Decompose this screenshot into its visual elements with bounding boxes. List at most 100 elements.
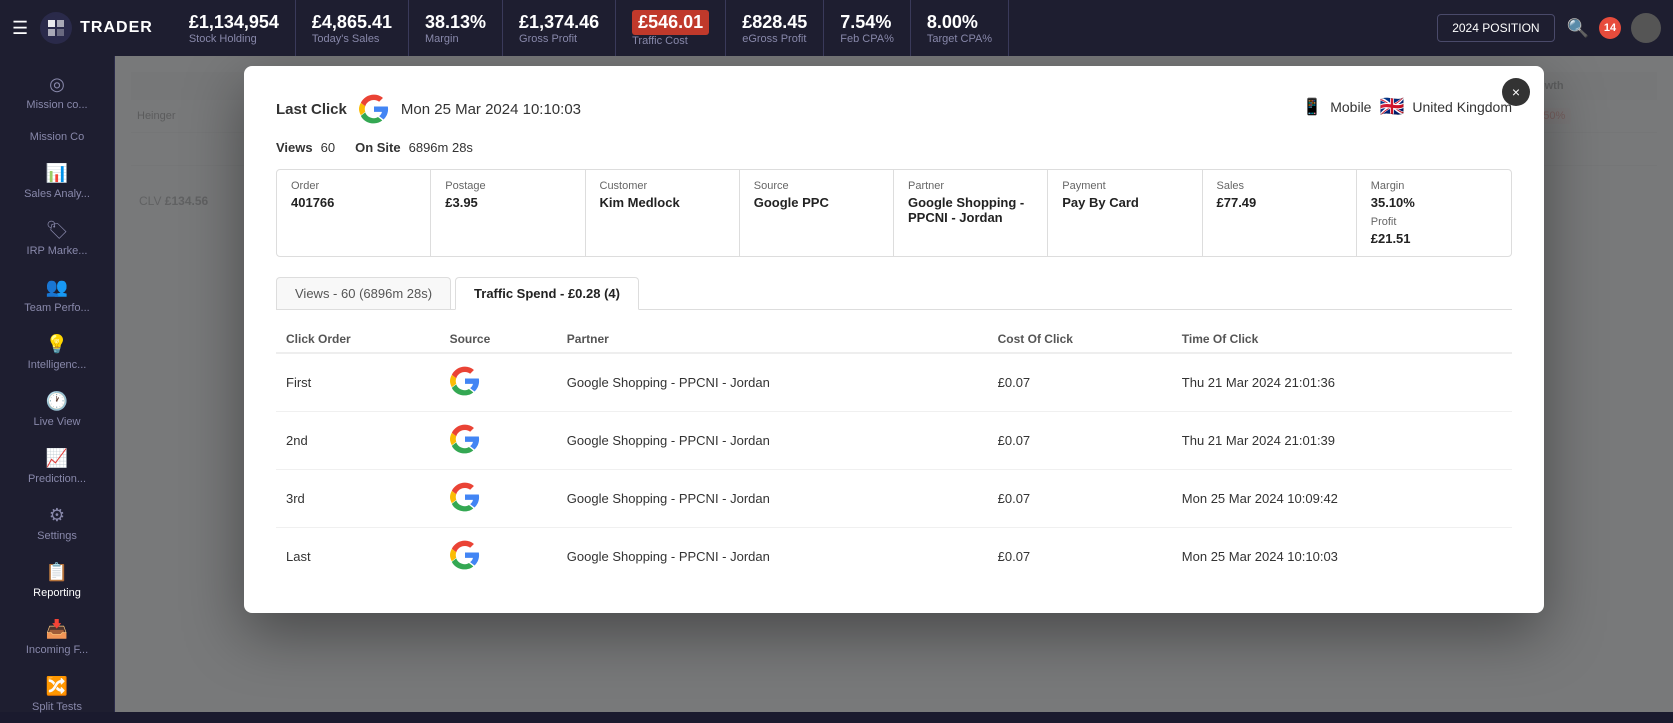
tab-views[interactable]: Views - 60 (6896m 28s) [276, 277, 451, 309]
position-button[interactable]: 2024 POSITION [1437, 14, 1554, 42]
tabs-row: Views - 60 (6896m 28s) Traffic Spend - £… [276, 277, 1512, 310]
partner-first: Google Shopping - PPCNI - Jordan [557, 353, 988, 412]
stat-target-cpa: 8.00% Target CPA% [911, 0, 1009, 56]
sidebar-item-label-split: Split Tests [32, 701, 82, 713]
sidebar-item-label-live: Live View [34, 416, 81, 428]
sidebar-item-live-view[interactable]: 🕐 Live View [0, 381, 114, 438]
google-logo-icon [359, 94, 389, 124]
order-bar: Order 401766 Postage £3.95 Customer Kim … [276, 169, 1512, 257]
stat-traffic-cost: £546.01 Traffic Cost [616, 0, 726, 56]
avatar[interactable] [1631, 13, 1661, 43]
sidebar-item-label-predictions: Prediction... [28, 473, 86, 485]
mobile-icon: 📱 [1302, 97, 1322, 117]
logo-area: TRADER [40, 12, 153, 44]
order-cell-partner: Partner Google Shopping - PPCNI - Jordan [894, 170, 1048, 256]
traffic-table: Click Order Source Partner Cost Of Click… [276, 326, 1512, 585]
team-perf-icon: 👥 [46, 277, 68, 298]
sidebar-item-label-mission-control: Mission co... [26, 99, 87, 111]
on-site-value: 6896m 28s [409, 140, 473, 155]
sidebar-item-mission-co[interactable]: Mission Co [0, 121, 114, 153]
predictions-icon: 📈 [46, 448, 68, 469]
irp-market-icon: 🏷 [46, 220, 69, 241]
last-click-datetime: Mon 25 Mar 2024 10:10:03 [401, 101, 581, 118]
sidebar-item-predictions[interactable]: 📈 Prediction... [0, 438, 114, 495]
today-sales-value: £4,865.41 [312, 12, 392, 33]
sidebar-item-split-tests[interactable]: 🔀 Split Tests [0, 666, 114, 723]
modal-overlay: × Last Click Mon 25 Mar 2024 10:10:03 [115, 56, 1673, 712]
source-logo-first [440, 353, 557, 412]
time-last: Mon 25 Mar 2024 10:10:03 [1172, 528, 1512, 586]
gross-profit-value: £1,374.46 [519, 12, 599, 33]
source-logo-3rd [440, 470, 557, 528]
reporting-icon: 📋 [46, 562, 68, 583]
uk-flag-icon: 🇬🇧 [1379, 94, 1404, 119]
main-layout: ◎ Mission co... Mission Co 📊 Sales Analy… [0, 56, 1673, 712]
sidebar-item-label-team: Team Perfo... [24, 302, 89, 314]
sidebar-item-label-settings: Settings [37, 530, 77, 542]
sidebar-item-label-sales: Sales Analy... [24, 188, 90, 200]
sidebar-item-sales-analytics[interactable]: 📊 Sales Analy... [0, 153, 114, 210]
margin-label: Margin [425, 33, 486, 45]
feb-cpa-value: 7.54% [840, 12, 894, 33]
intelligence-icon: 💡 [46, 334, 68, 355]
stat-today-sales: £4,865.41 Today's Sales [296, 0, 409, 56]
order-cell-margin: Margin 35.10% Profit £21.51 [1357, 170, 1511, 256]
sidebar-item-label-intel: Intelligenc... [28, 359, 87, 371]
stat-feb-cpa: 7.54% Feb CPA% [824, 0, 911, 56]
cost-3rd: £0.07 [988, 470, 1172, 528]
country-label: United Kingdom [1412, 99, 1512, 115]
on-site-label: On Site [355, 140, 401, 155]
click-order-first: First [276, 353, 440, 412]
stat-gross-profit: £1,374.46 Gross Profit [503, 0, 616, 56]
order-cell-payment: Payment Pay By Card [1048, 170, 1202, 256]
sidebar-item-intelligence[interactable]: 💡 Intelligenc... [0, 324, 114, 381]
views-row: Views 60 On Site 6896m 28s [276, 140, 1512, 155]
gross-profit-label: Gross Profit [519, 33, 599, 45]
partner-3rd: Google Shopping - PPCNI - Jordan [557, 470, 988, 528]
tab-traffic-spend[interactable]: Traffic Spend - £0.28 (4) [455, 277, 639, 310]
views-value: 60 [321, 140, 335, 155]
order-cell-order: Order 401766 [277, 170, 431, 256]
sidebar-item-incoming[interactable]: 📥 Incoming F... [0, 609, 114, 666]
sidebar-item-mission-control[interactable]: ◎ Mission co... [0, 64, 114, 121]
app-title: TRADER [80, 19, 153, 37]
egross-profit-label: eGross Profit [742, 33, 807, 45]
click-order-last: Last [276, 528, 440, 586]
order-cell-source: Source Google PPC [740, 170, 894, 256]
views-label: Views [276, 140, 313, 155]
order-cell-sales: Sales £77.49 [1203, 170, 1357, 256]
table-row: Last Google Shopping - PPCNI - Jordan [276, 528, 1512, 586]
notification-badge[interactable]: 14 [1599, 17, 1621, 39]
time-3rd: Mon 25 Mar 2024 10:09:42 [1172, 470, 1512, 528]
menu-icon[interactable]: ☰ [12, 18, 28, 39]
order-cell-postage: Postage £3.95 [431, 170, 585, 256]
sidebar-item-team-perf[interactable]: 👥 Team Perfo... [0, 267, 114, 324]
time-first: Thu 21 Mar 2024 21:01:36 [1172, 353, 1512, 412]
content-area: % Growth Heinger Saphir New Style Cordle… [115, 56, 1673, 712]
top-bar: ☰ TRADER £1,134,954 Stock Holding £4,865… [0, 0, 1673, 56]
sidebar-item-label-reporting: Reporting [33, 587, 81, 599]
target-cpa-value: 8.00% [927, 12, 992, 33]
egross-profit-value: £828.45 [742, 12, 807, 33]
incoming-icon: 📥 [46, 619, 68, 640]
sidebar-item-irp-market[interactable]: 🏷 IRP Marke... [0, 210, 114, 267]
modal: × Last Click Mon 25 Mar 2024 10:10:03 [244, 66, 1544, 613]
table-row: First Google Shopping - PPCNI - Jordan [276, 353, 1512, 412]
sidebar-item-settings[interactable]: ⚙ Settings [0, 495, 114, 552]
sidebar-item-reporting[interactable]: 📋 Reporting [0, 552, 114, 609]
live-view-icon: 🕐 [46, 391, 68, 412]
click-order-3rd: 3rd [276, 470, 440, 528]
feb-cpa-label: Feb CPA% [840, 33, 894, 45]
sidebar-item-label-incoming: Incoming F... [26, 644, 88, 656]
sales-analytics-icon: 📊 [46, 163, 68, 184]
stat-stock-holding: £1,134,954 Stock Holding [173, 0, 296, 56]
today-sales-label: Today's Sales [312, 33, 392, 45]
table-row: 3rd Google Shopping - PPCNI - Jordan [276, 470, 1512, 528]
table-row: 2nd Google Shopping - PPCNI - Jordan [276, 412, 1512, 470]
last-click-label: Last Click [276, 101, 347, 118]
margin-value: 38.13% [425, 12, 486, 33]
source-logo-2nd [440, 412, 557, 470]
split-tests-icon: 🔀 [46, 676, 68, 697]
mission-control-icon: ◎ [49, 74, 65, 95]
search-icon[interactable]: 🔍 [1567, 18, 1589, 39]
